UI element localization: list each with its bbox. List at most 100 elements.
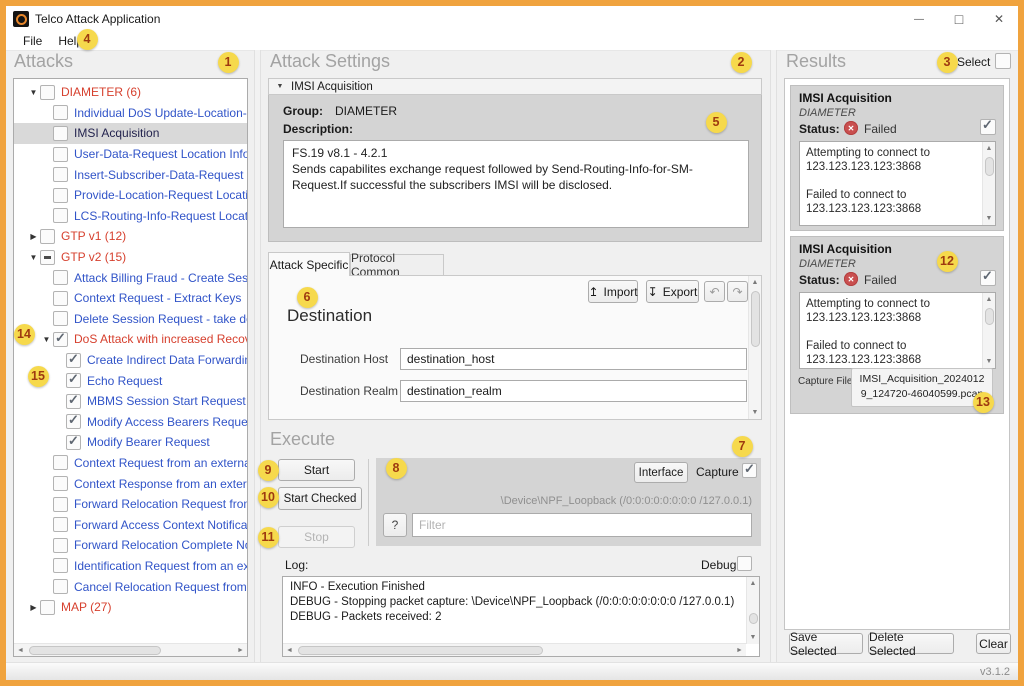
tree-item-checkbox[interactable]: [53, 208, 68, 223]
result-card[interactable]: IMSI Acquisition DIAMETER Status: Failed…: [790, 236, 1004, 414]
redo-button[interactable]: ↷: [727, 281, 748, 302]
log-vertical-scrollbar[interactable]: ▲ ▼: [746, 577, 759, 644]
attack-group-header[interactable]: IMSI Acquisition: [268, 78, 762, 95]
tree-item[interactable]: Individual DoS Update-Location-Reques: [14, 103, 247, 124]
debug-checkbox[interactable]: [737, 556, 752, 571]
tab-attack-specific[interactable]: Attack Specific: [268, 252, 350, 276]
tree-item-checkbox[interactable]: [53, 476, 68, 491]
tree-item-checkbox[interactable]: [53, 455, 68, 470]
tree-item[interactable]: LCS-Routing-Info-Request Location Trac: [14, 206, 247, 227]
scrollbar-thumb[interactable]: [751, 291, 760, 347]
tree-item-checkbox[interactable]: [53, 579, 68, 594]
scrollbar-thumb[interactable]: [298, 646, 543, 655]
result-log-scrollbar[interactable]: ▲ ▼: [982, 293, 995, 368]
close-button[interactable]: [980, 6, 1018, 32]
tree-item[interactable]: Forward Relocation Request from an ext: [14, 494, 247, 515]
scrollbar-thumb[interactable]: [985, 308, 994, 325]
scroll-up-icon[interactable]: ▲: [983, 142, 996, 155]
scroll-down-icon[interactable]: ▼: [749, 406, 762, 419]
minimize-button[interactable]: [900, 6, 938, 32]
select-all-checkbox[interactable]: [995, 53, 1011, 69]
result-checkbox[interactable]: [980, 119, 996, 135]
expander-down-icon[interactable]: ▼: [40, 335, 53, 344]
tree-item-checkbox[interactable]: [40, 229, 55, 244]
scrollbar-thumb[interactable]: [985, 157, 994, 176]
scroll-right-icon[interactable]: ►: [234, 644, 247, 657]
result-card[interactable]: IMSI Acquisition DIAMETER Status: Failed…: [790, 85, 1004, 231]
scroll-left-icon[interactable]: ◄: [283, 644, 296, 657]
tree-item-checkbox[interactable]: [53, 311, 68, 326]
tree-item[interactable]: Modify Access Bearers Request: [14, 412, 247, 433]
tree-item-checkbox[interactable]: [40, 250, 55, 265]
tree-item-checkbox[interactable]: [66, 373, 81, 388]
tree-item[interactable]: IMSI Acquisition: [14, 123, 247, 144]
tree-item-checkbox[interactable]: [53, 270, 68, 285]
panel-splitter[interactable]: [254, 50, 261, 662]
destination-realm-input[interactable]: [400, 380, 747, 402]
scrollbar-thumb[interactable]: [29, 646, 161, 655]
save-selected-button[interactable]: Save Selected: [789, 633, 863, 654]
tree-item[interactable]: Delete Session Request - take down TEID: [14, 309, 247, 330]
tree-item[interactable]: MBMS Session Start Request: [14, 391, 247, 412]
tree-item[interactable]: Context Request from an external MME: [14, 453, 247, 474]
start-button[interactable]: Start: [278, 459, 355, 481]
import-button[interactable]: ↥ Import: [588, 280, 638, 303]
tree-item-checkbox[interactable]: [40, 85, 55, 100]
scroll-down-icon[interactable]: ▼: [747, 631, 760, 644]
scroll-left-icon[interactable]: ◄: [14, 644, 27, 657]
scroll-right-icon[interactable]: ►: [733, 644, 746, 657]
tree-horizontal-scrollbar[interactable]: ◄ ►: [14, 643, 247, 656]
undo-button[interactable]: ↶: [704, 281, 725, 302]
result-checkbox[interactable]: [980, 270, 996, 286]
tree-item-checkbox[interactable]: [53, 167, 68, 182]
tree-item[interactable]: Modify Bearer Request: [14, 432, 247, 453]
scroll-up-icon[interactable]: ▲: [983, 293, 996, 306]
result-log-scrollbar[interactable]: ▲ ▼: [982, 142, 995, 225]
tree-item[interactable]: Identification Request from an external …: [14, 556, 247, 577]
tree-item[interactable]: Create Indirect Data Forwarding Tunn: [14, 350, 247, 371]
panel-splitter[interactable]: [770, 50, 777, 662]
tree-item[interactable]: Provide-Location-Request Location Trac: [14, 185, 247, 206]
interface-button[interactable]: Interface: [634, 462, 688, 483]
tree-item-checkbox[interactable]: [66, 394, 81, 409]
tree-item[interactable]: Forward Relocation Complete Notificatio: [14, 535, 247, 556]
tree-item[interactable]: ▶GTP v1 (12): [14, 226, 247, 247]
scroll-down-icon[interactable]: ▼: [983, 355, 996, 368]
tree-item[interactable]: User-Data-Request Location Info: [14, 144, 247, 165]
tree-item[interactable]: Forward Access Context Notification fro: [14, 514, 247, 535]
tree-item[interactable]: ▼DIAMETER (6): [14, 82, 247, 103]
capture-file-button[interactable]: IMSI_Acquisition_20240129_124720-4604059…: [851, 368, 993, 407]
tree-item[interactable]: Context Response from an external MMI: [14, 473, 247, 494]
destination-host-input[interactable]: [400, 348, 747, 370]
filter-input[interactable]: [412, 513, 752, 537]
tree-item[interactable]: Context Request - Extract Keys: [14, 288, 247, 309]
tree-item[interactable]: Attack Billing Fraud - Create Session Re…: [14, 267, 247, 288]
tree-item-checkbox[interactable]: [53, 517, 68, 532]
tree-item[interactable]: Cancel Relocation Request from an exter: [14, 576, 247, 597]
tree-item-checkbox[interactable]: [53, 126, 68, 141]
scroll-up-icon[interactable]: ▲: [747, 577, 760, 590]
tree-item-checkbox[interactable]: [53, 147, 68, 162]
tree-item[interactable]: ▼DoS Attack with increased Recovery IE (…: [14, 329, 247, 350]
tree-item-checkbox[interactable]: [66, 414, 81, 429]
tree-item-checkbox[interactable]: [53, 497, 68, 512]
delete-selected-button[interactable]: Delete Selected: [868, 633, 954, 654]
tree-item-checkbox[interactable]: [66, 435, 81, 450]
tree-item[interactable]: Insert-Subscriber-Data-Request Location: [14, 164, 247, 185]
capture-checkbox[interactable]: [742, 463, 757, 478]
expander-right-icon[interactable]: ▶: [27, 232, 40, 241]
start-checked-button[interactable]: Start Checked: [278, 487, 362, 510]
expander-down-icon[interactable]: ▼: [27, 253, 40, 262]
scrollbar-thumb[interactable]: [749, 613, 758, 624]
maximize-button[interactable]: [940, 6, 978, 32]
tree-item-checkbox[interactable]: [53, 332, 68, 347]
filter-help-button[interactable]: ?: [383, 513, 407, 537]
expander-down-icon[interactable]: ▼: [27, 88, 40, 97]
clear-button[interactable]: Clear: [976, 633, 1011, 654]
tree-item-checkbox[interactable]: [53, 558, 68, 573]
tree-item-checkbox[interactable]: [53, 291, 68, 306]
tree-item-checkbox[interactable]: [53, 538, 68, 553]
tree-item-checkbox[interactable]: [66, 353, 81, 368]
tree-item[interactable]: Echo Request: [14, 370, 247, 391]
tree-item[interactable]: ▼GTP v2 (15): [14, 247, 247, 268]
